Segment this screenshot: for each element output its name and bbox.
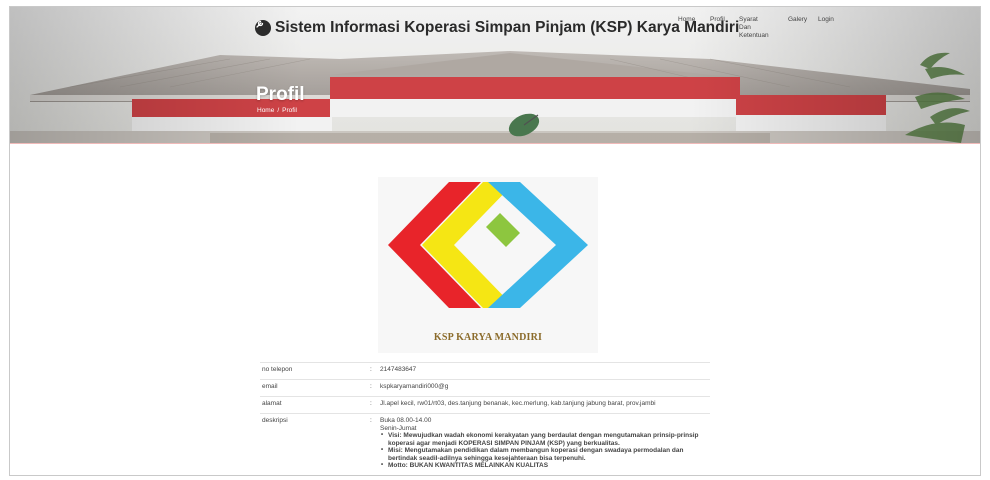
visi-item: Visi: Mewujudkan wadah ekonomi kerakyata… bbox=[380, 432, 710, 447]
breadcrumb-separator: / bbox=[277, 107, 280, 114]
hero-banner: Sistem Informasi Koperasi Simpan Pinjam … bbox=[10, 7, 980, 143]
row-separator: : bbox=[370, 417, 372, 424]
phone-value: 2147483647 bbox=[380, 366, 417, 373]
breadcrumb-current: Profil bbox=[282, 107, 297, 114]
opening-hours: Buka 08.00-14.00 bbox=[380, 417, 432, 424]
row-separator: : bbox=[370, 366, 372, 373]
misi-item: Misi: Mengutamakan pendidikan dalam memb… bbox=[380, 447, 710, 462]
logo-text: KSP KARYA MANDIRI bbox=[433, 332, 543, 343]
row-separator: : bbox=[370, 400, 372, 407]
ksp-logo: KSP KARYA MANDIRI bbox=[378, 177, 598, 353]
email-value: kspkaryamandiri000@g bbox=[380, 383, 449, 390]
table-row: alamat : Jl.apel kecil, rw01/rt03, des.t… bbox=[260, 396, 710, 413]
motto-item: Motto: BUKAN KWANTITAS MELAINKAN KUALITA… bbox=[380, 462, 710, 470]
logo-green-square bbox=[486, 213, 520, 247]
logo-blue-chevron bbox=[488, 182, 588, 308]
top-nav: Home Profil Syarat Dan Ketentuan Galery … bbox=[10, 16, 980, 46]
breadcrumb-home[interactable]: Home bbox=[257, 107, 274, 114]
row-label: alamat bbox=[262, 400, 282, 407]
description-list: Visi: Mewujudkan wadah ekonomi kerakyata… bbox=[380, 432, 710, 470]
profile-table: no telepon : 2147483647 email : kspkarya… bbox=[260, 362, 710, 470]
page-title: Profil bbox=[256, 84, 305, 105]
nav-login[interactable]: Login bbox=[818, 16, 834, 24]
opening-days: Senin-Jumat bbox=[380, 424, 417, 432]
nav-galery[interactable]: Galery bbox=[788, 16, 807, 24]
breadcrumb: Home / Profil bbox=[257, 107, 297, 114]
table-row: deskripsi : Buka 08.00-14.00 Senin-Jumat… bbox=[260, 413, 710, 470]
hero-divider bbox=[10, 143, 980, 144]
ksp-logo-mark bbox=[388, 182, 588, 308]
row-separator: : bbox=[370, 383, 372, 390]
description-value: Buka 08.00-14.00 Senin-Jumat Visi: Mewuj… bbox=[380, 417, 710, 470]
table-row: no telepon : 2147483647 bbox=[260, 362, 710, 379]
row-label: email bbox=[262, 383, 278, 390]
nav-home[interactable]: Home bbox=[678, 16, 695, 24]
row-label: deskripsi bbox=[262, 417, 288, 424]
address-value: Jl.apel kecil, rw01/rt03, des.tanjung be… bbox=[380, 400, 656, 407]
row-label: no telepon bbox=[262, 366, 293, 373]
nav-syarat-dan-ketentuan[interactable]: Syarat Dan Ketentuan bbox=[739, 16, 769, 40]
page-frame: Sistem Informasi Koperasi Simpan Pinjam … bbox=[9, 6, 981, 476]
table-row: email : kspkaryamandiri000@g bbox=[260, 379, 710, 396]
nav-profil[interactable]: Profil bbox=[710, 16, 725, 24]
